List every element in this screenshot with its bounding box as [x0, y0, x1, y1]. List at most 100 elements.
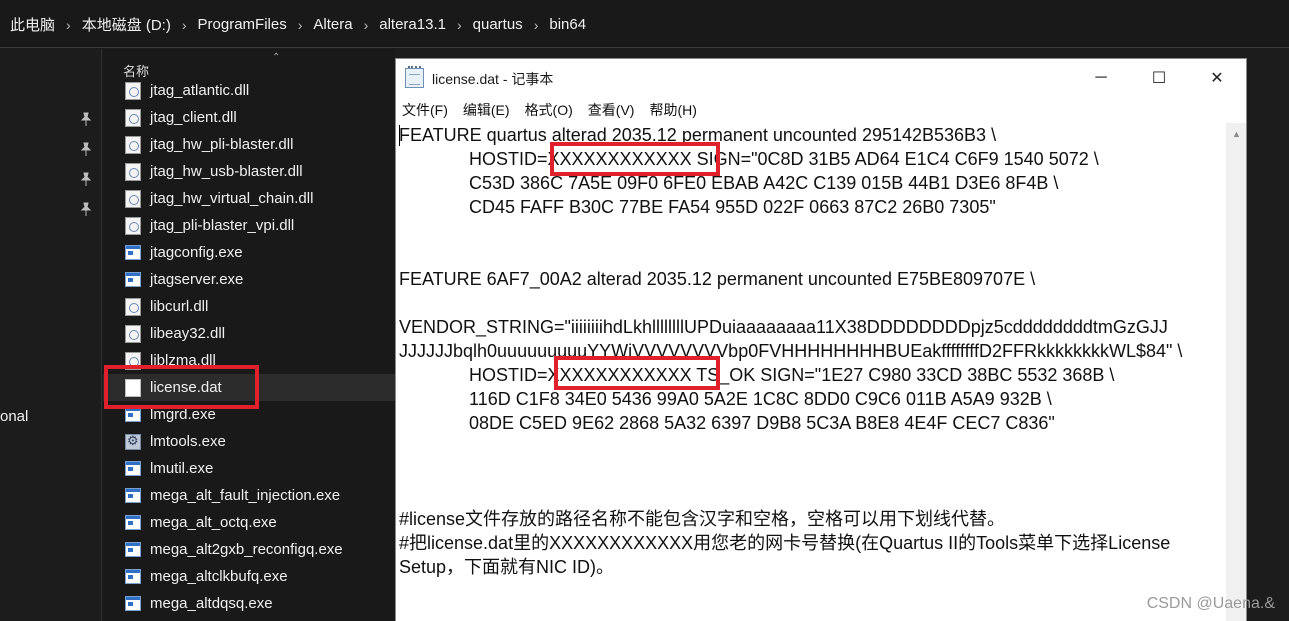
breadcrumb-this-pc[interactable]: 此电脑 — [10, 14, 55, 35]
dll-file-icon — [125, 189, 141, 208]
close-button[interactable]: ✕ — [1188, 59, 1246, 97]
sort-up-icon: ⌃ — [272, 52, 281, 63]
file-item[interactable]: libcurl.dll — [103, 293, 395, 320]
file-name: jtag_hw_usb-blaster.dll — [150, 163, 303, 180]
file-name: mega_altdqsq.exe — [150, 595, 273, 612]
text-line: Setup，下面就有NIC ID)。 — [399, 557, 615, 577]
file-list[interactable]: ⌃ 名称 jtag_atlantic.dll jtag_client.dll jta… — [103, 49, 395, 621]
menu-help[interactable]: 帮助(H) — [649, 100, 696, 120]
file-name: libeay32.dll — [150, 325, 226, 342]
menu-bar: 文件(F) 编辑(E) 格式(O) 查看(V) 帮助(H) — [396, 97, 1246, 123]
dll-file-icon — [125, 297, 141, 316]
breadcrumb-programfiles[interactable]: ProgramFiles — [198, 16, 287, 33]
dll-file-icon — [125, 162, 141, 181]
file-item[interactable]: jtag_client.dll — [103, 104, 395, 131]
file-name: jtagserver.exe — [150, 271, 244, 288]
text-line: FEATURE 6AF7_00A2 alterad 2035.12 perman… — [399, 269, 1036, 289]
text-line: C53D 386C 7A5E 09F0 6FE0 EBAB A42C C139 … — [399, 173, 1059, 193]
breadcrumb-drive-d[interactable]: 本地磁盘 (D:) — [82, 14, 171, 35]
exe-file-icon — [125, 515, 141, 530]
file-item[interactable]: jtag_hw_usb-blaster.dll — [103, 158, 395, 185]
breadcrumb-bin64[interactable]: bin64 — [549, 16, 586, 33]
text-line: #license文件存放的路径名称不能包含汉字和空格，空格可以用下划线代替。 — [399, 509, 1006, 529]
chevron-right-icon[interactable]: › — [364, 17, 369, 33]
text-caret — [399, 125, 400, 146]
text-line: VENDOR_STRING="iiiiiiiihdLkhllllllllUPDu… — [399, 317, 1168, 337]
file-item[interactable]: jtag_pli-blaster_vpi.dll — [103, 212, 395, 239]
pin-icon[interactable] — [80, 112, 92, 126]
file-item[interactable]: jtag_hw_pli-blaster.dll — [103, 131, 395, 158]
file-item[interactable]: jtag_atlantic.dll — [103, 77, 395, 104]
file-name: jtag_pli-blaster_vpi.dll — [150, 217, 295, 234]
file-name: jtagconfig.exe — [150, 244, 243, 261]
highlight-box — [550, 142, 720, 176]
file-item[interactable]: jtag_hw_virtual_chain.dll — [103, 185, 395, 212]
file-item[interactable]: mega_alt_octq.exe — [103, 509, 395, 536]
file-item[interactable]: jtagserver.exe — [103, 266, 395, 293]
exe-file-icon — [125, 596, 141, 611]
nav-item-label[interactable]: onal — [0, 408, 28, 425]
pin-icon[interactable] — [80, 142, 92, 156]
breadcrumb-altera13-1[interactable]: altera13.1 — [379, 16, 446, 33]
highlight-box — [104, 365, 259, 409]
file-name: jtag_client.dll — [150, 109, 237, 126]
text-line: 116D C1F8 34E0 5436 99A0 5A2E 1C8C 8DD0 … — [399, 389, 1052, 409]
pin-icon[interactable] — [80, 172, 92, 186]
exe-file-icon — [125, 542, 141, 557]
tools-file-icon — [125, 433, 141, 450]
menu-format[interactable]: 格式(O) — [525, 100, 573, 120]
menu-edit[interactable]: 编辑(E) — [463, 100, 510, 120]
dll-file-icon — [125, 81, 141, 100]
dll-file-icon — [125, 324, 141, 343]
file-item[interactable]: libeay32.dll — [103, 320, 395, 347]
file-item[interactable]: lmutil.exe — [103, 455, 395, 482]
text-line: 08DE C5ED 9E62 2868 5A32 6397 D9B8 5C3A … — [399, 413, 1055, 433]
file-name: jtag_hw_virtual_chain.dll — [150, 190, 314, 207]
file-name: lmutil.exe — [150, 460, 214, 477]
minimize-button[interactable]: ─ — [1072, 59, 1130, 97]
dll-file-icon — [125, 108, 141, 127]
chevron-right-icon[interactable]: › — [534, 17, 539, 33]
breadcrumb: 此电脑 › 本地磁盘 (D:) › ProgramFiles › Altera … — [10, 14, 586, 35]
dll-file-icon — [125, 135, 141, 154]
file-name: mega_alt_octq.exe — [150, 514, 277, 531]
file-item[interactable]: mega_altdqsq.exe — [103, 590, 395, 617]
chevron-right-icon[interactable]: › — [457, 17, 462, 33]
file-item[interactable]: lmtools.exe — [103, 428, 395, 455]
file-name: lmtools.exe — [150, 433, 226, 450]
file-items: jtag_atlantic.dll jtag_client.dll jtag_hw_… — [103, 77, 395, 617]
watermark: CSDN @Uaena.& — [1146, 595, 1275, 612]
vertical-scrollbar[interactable]: ▲ — [1226, 123, 1246, 621]
menu-file[interactable]: 文件(F) — [402, 100, 448, 120]
exe-file-icon — [125, 461, 141, 476]
pin-icon[interactable] — [80, 202, 92, 216]
file-item[interactable]: mega_altclkbufq.exe — [103, 563, 395, 590]
title-bar[interactable]: license.dat - 记事本 ─ ☐ ✕ — [396, 59, 1246, 97]
exe-file-icon — [125, 569, 141, 584]
exe-file-icon — [125, 245, 141, 260]
chevron-right-icon[interactable]: › — [182, 17, 187, 33]
chevron-right-icon[interactable]: › — [298, 17, 303, 33]
text-line: CD45 FAFF B30C 77BE FA54 955D 022F 0663 … — [399, 197, 996, 217]
chevron-right-icon[interactable]: › — [66, 17, 71, 33]
maximize-button[interactable]: ☐ — [1130, 59, 1188, 97]
navigation-pane[interactable]: onal — [0, 49, 102, 621]
breadcrumb-altera[interactable]: Altera — [313, 16, 352, 33]
file-name: mega_alt_fault_injection.exe — [150, 487, 341, 504]
exe-file-icon — [125, 407, 141, 422]
file-item[interactable]: mega_alt2gxb_reconfigq.exe — [103, 536, 395, 563]
file-item[interactable]: mega_alt_fault_injection.exe — [103, 482, 395, 509]
exe-file-icon — [125, 272, 141, 287]
address-bar[interactable]: 此电脑 › 本地磁盘 (D:) › ProgramFiles › Altera … — [0, 0, 1289, 48]
text-line: HOSTID=XXXXXXXXXXXX TS_OK SIGN="1E27 C98… — [399, 365, 1115, 385]
file-name: libcurl.dll — [150, 298, 209, 315]
breadcrumb-quartus[interactable]: quartus — [473, 16, 523, 33]
notepad-window[interactable]: license.dat - 记事本 ─ ☐ ✕ 文件(F) 编辑(E) 格式(O… — [395, 58, 1247, 621]
scroll-up-icon[interactable]: ▲ — [1232, 129, 1241, 139]
file-item[interactable]: jtagconfig.exe — [103, 239, 395, 266]
text-line: #把license.dat里的XXXXXXXXXXXX用您老的网卡号替换(在Qu… — [399, 533, 1171, 553]
text-editor[interactable]: FEATURE quartus alterad 2035.12 permanen… — [396, 123, 1227, 621]
notepad-icon — [405, 66, 424, 88]
file-name: mega_altclkbufq.exe — [150, 568, 288, 585]
menu-view[interactable]: 查看(V) — [588, 100, 635, 120]
